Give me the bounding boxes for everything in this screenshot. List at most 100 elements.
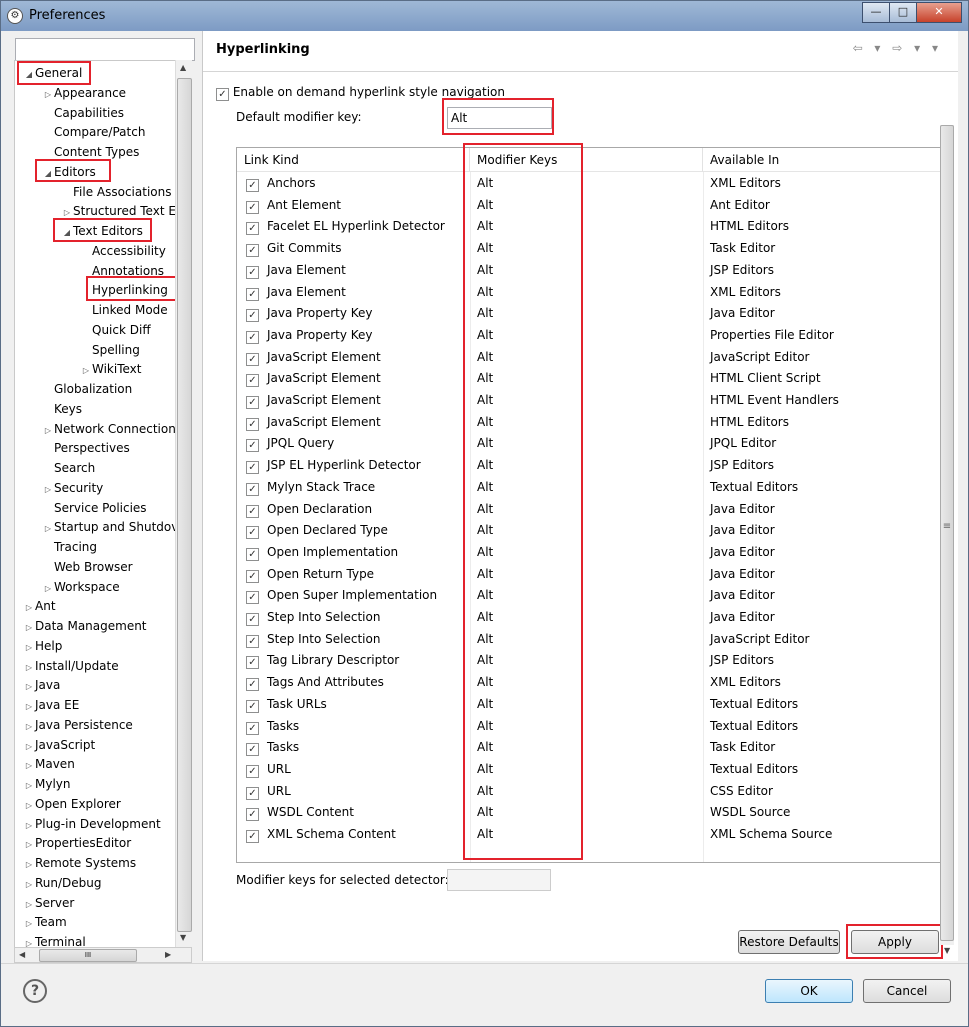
table-row[interactable]: ✓ Java Property Key Alt Java Editor: [237, 303, 941, 325]
table-row[interactable]: ✓ Open Declaration Alt Java Editor: [237, 499, 941, 521]
tree-item[interactable]: ▷ Startup and Shutdov: [42, 518, 178, 536]
tree-item[interactable]: Capabilities: [42, 104, 124, 122]
table-row[interactable]: ✓ URL Alt Textual Editors: [237, 759, 941, 781]
tree-item[interactable]: ▷ Plug-in Development: [23, 815, 161, 833]
row-checkbox[interactable]: ✓: [246, 547, 259, 561]
expand-icon[interactable]: ▷: [42, 422, 54, 440]
row-checkbox[interactable]: ✓: [246, 396, 259, 409]
row-checkbox[interactable]: ✓: [246, 179, 259, 192]
tree-item[interactable]: File Associations: [61, 183, 171, 201]
row-checkbox[interactable]: ✓: [246, 244, 259, 258]
table-row[interactable]: ✓ JavaScript Element Alt JavaScript Editor: [237, 347, 941, 369]
expand-icon[interactable]: ▷: [23, 619, 35, 637]
table-row[interactable]: ✓ URL Alt CSS Editor: [237, 781, 941, 803]
expand-icon[interactable]: ▷: [23, 639, 35, 657]
expand-icon[interactable]: ▷: [80, 362, 92, 380]
column-header-link-kind[interactable]: Link Kind: [237, 148, 470, 172]
table-row[interactable]: ✓ Tasks Alt Task Editor: [237, 737, 941, 759]
row-checkbox[interactable]: ✓: [246, 656, 259, 670]
scroll-left-icon[interactable]: ◀: [19, 950, 25, 959]
row-checkbox[interactable]: ✓: [246, 678, 259, 692]
row-checkbox[interactable]: ✓: [246, 265, 259, 279]
tree-vertical-scrollbar[interactable]: ▲ ▼: [175, 60, 192, 947]
table-row[interactable]: ✓ Tag Library Descriptor Alt JSP Editors: [237, 650, 941, 672]
table-row[interactable]: ✓ JavaScript Element Alt HTML Client Script: [237, 368, 941, 390]
expand-icon[interactable]: ▷: [23, 797, 35, 815]
expand-icon[interactable]: ▷: [23, 856, 35, 874]
tree-scroll-thumb[interactable]: [177, 78, 192, 932]
expand-icon[interactable]: ▷: [23, 896, 35, 914]
row-checkbox[interactable]: ✓: [246, 330, 259, 344]
table-row[interactable]: ✓ Tags And Attributes Alt XML Editors: [237, 672, 941, 694]
tree-item[interactable]: ▷ Run/Debug: [23, 874, 102, 892]
tree-item[interactable]: ▷ Server: [23, 894, 74, 912]
page-vertical-scrollbar[interactable]: ≡: [940, 125, 954, 945]
tree-item[interactable]: Linked Mode: [80, 301, 168, 319]
tree-item[interactable]: ▷ PropertiesEditor: [23, 834, 131, 852]
table-row[interactable]: ✓ Tasks Alt Textual Editors: [237, 716, 941, 738]
row-checkbox[interactable]: ✓: [246, 591, 259, 605]
table-row[interactable]: ✓ WSDL Content Alt WSDL Source: [237, 802, 941, 824]
tree-item[interactable]: ▷ Remote Systems: [23, 854, 136, 872]
tree-item[interactable]: ▷ Java: [23, 676, 60, 694]
table-row[interactable]: ✓ Java Property Key Alt Properties File Edi…: [237, 325, 941, 347]
table-row[interactable]: ✓ Git Commits Alt Task Editor: [237, 238, 941, 260]
expand-icon[interactable]: ▷: [23, 659, 35, 677]
row-checkbox[interactable]: ✓: [246, 222, 259, 236]
table-row[interactable]: ✓ Open Super Implementation Alt Java Editor: [237, 585, 941, 607]
tree-item[interactable]: ▷ Java EE: [23, 696, 79, 714]
expand-icon[interactable]: ▷: [42, 580, 54, 598]
tree-item[interactable]: ▷ Workspace: [42, 578, 120, 596]
table-row[interactable]: ✓ JavaScript Element Alt HTML Editors: [237, 412, 941, 434]
enable-checkbox[interactable]: ✓: [216, 88, 229, 101]
restore-defaults-button[interactable]: Restore Defaults: [738, 930, 840, 954]
row-checkbox[interactable]: ✓: [246, 526, 259, 540]
row-checkbox[interactable]: ✓: [246, 808, 259, 822]
tree-item[interactable]: Accessibility: [80, 242, 166, 260]
expand-icon[interactable]: ▷: [23, 817, 35, 835]
expand-icon[interactable]: ▷: [23, 757, 35, 775]
minimize-button[interactable]: —: [862, 2, 889, 23]
column-header-available-in[interactable]: Available In: [703, 148, 941, 172]
expand-icon[interactable]: ▷: [23, 876, 35, 894]
tree-item[interactable]: ▷ JavaScript: [23, 736, 95, 754]
tree-item[interactable]: ▷ Open Explorer: [23, 795, 121, 813]
help-icon[interactable]: ?: [23, 979, 47, 1003]
cancel-button[interactable]: Cancel: [863, 979, 951, 1003]
tree-item[interactable]: Keys: [42, 400, 82, 418]
tree-item[interactable]: ▷ Team: [23, 913, 67, 931]
table-row[interactable]: ✓ Open Implementation Alt Java Editor: [237, 542, 941, 564]
row-checkbox[interactable]: ✓: [246, 309, 259, 323]
tree-item[interactable]: ▷ Install/Update: [23, 657, 119, 675]
row-checkbox[interactable]: ✓: [246, 482, 259, 496]
expand-icon[interactable]: ▷: [23, 698, 35, 716]
tree-item[interactable]: ▷ Maven: [23, 755, 75, 773]
tree-item[interactable]: Web Browser: [42, 558, 133, 576]
scroll-up-icon[interactable]: ▲: [180, 63, 186, 72]
tree-item[interactable]: ▷ Data Management: [23, 617, 147, 635]
expand-icon[interactable]: ▷: [23, 915, 35, 933]
tree-item[interactable]: ▷ Ant: [23, 597, 56, 615]
scroll-down-icon[interactable]: ▼: [944, 946, 950, 955]
table-row[interactable]: ✓ JPQL Query Alt JPQL Editor: [237, 433, 941, 455]
row-checkbox[interactable]: ✓: [246, 569, 259, 583]
row-checkbox[interactable]: ✓: [246, 743, 259, 757]
tree-item[interactable]: ▷ Help: [23, 637, 62, 655]
tree-item[interactable]: ▷ Mylyn: [23, 775, 71, 793]
page-scroll-thumb[interactable]: ≡: [940, 125, 954, 941]
row-checkbox[interactable]: ✓: [246, 504, 259, 518]
tree-item[interactable]: Quick Diff: [80, 321, 151, 339]
ok-button[interactable]: OK: [765, 979, 853, 1003]
tree-item[interactable]: Service Policies: [42, 499, 147, 517]
table-row[interactable]: ✓ Ant Element Alt Ant Editor: [237, 195, 941, 217]
scroll-down-icon[interactable]: ▼: [180, 933, 186, 942]
table-row[interactable]: ✓ Mylyn Stack Trace Alt Textual Editors: [237, 477, 941, 499]
row-checkbox[interactable]: ✓: [246, 374, 259, 388]
tree-horizontal-scrollbar[interactable]: ◀ III ▶: [14, 947, 192, 963]
table-row[interactable]: ✓ Open Return Type Alt Java Editor: [237, 564, 941, 586]
expand-icon[interactable]: ▷: [23, 599, 35, 617]
tree-item[interactable]: Search: [42, 459, 95, 477]
row-checkbox[interactable]: ✓: [246, 786, 259, 800]
tree-item[interactable]: ▷ Appearance: [42, 84, 126, 102]
table-row[interactable]: ✓ Step Into Selection Alt JavaScript Editor: [237, 629, 941, 651]
